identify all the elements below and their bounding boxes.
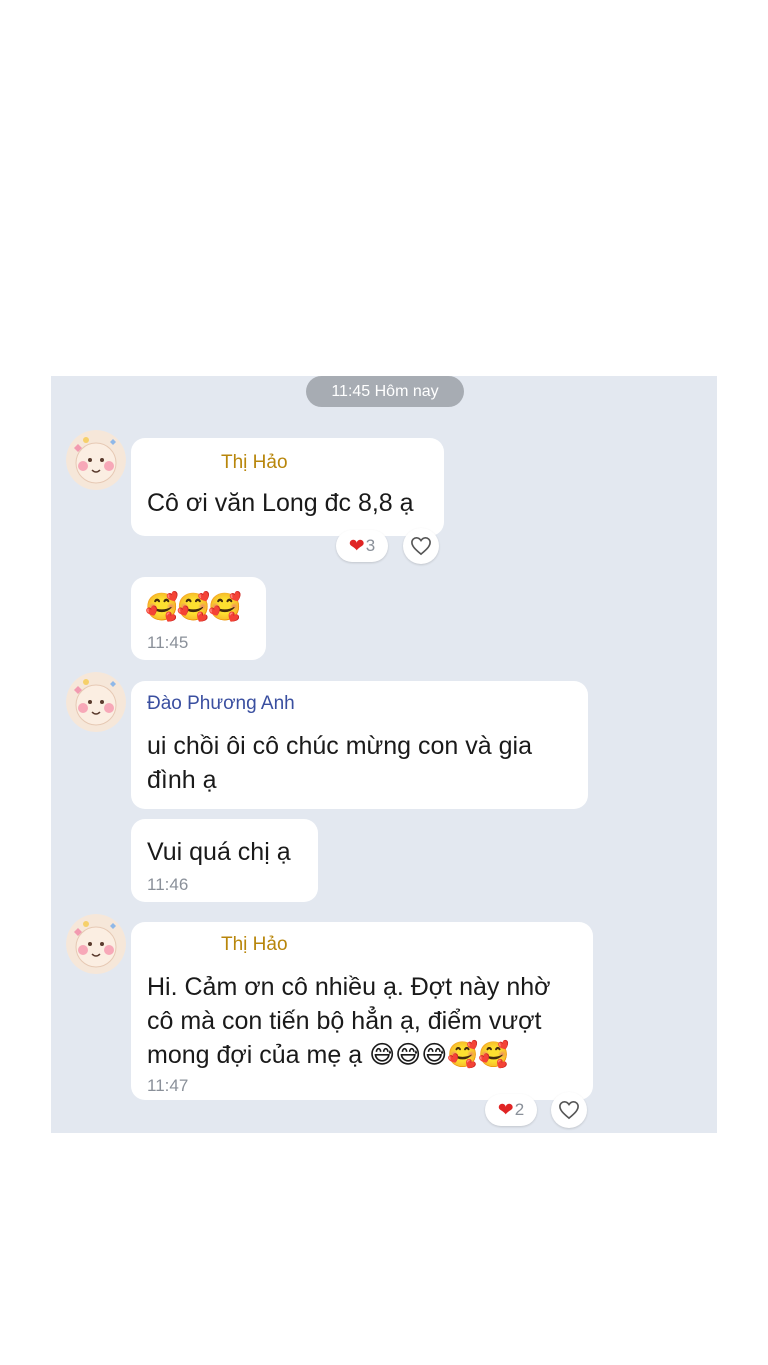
heart-outline-icon bbox=[559, 1100, 579, 1120]
avatar[interactable] bbox=[66, 672, 126, 732]
emoji-message: 🥰🥰🥰 bbox=[145, 592, 242, 623]
heart-icon: ❤ bbox=[348, 535, 365, 557]
message-bubble[interactable]: Vui quá chị ạ 11:46 bbox=[131, 819, 318, 902]
message-time: 11:45 bbox=[147, 633, 189, 652]
avatar[interactable] bbox=[66, 430, 126, 490]
message-bubble[interactable]: Đào Phương Anh ui chồi ôi cô chúc mừng c… bbox=[131, 681, 588, 809]
message-text-line: Hi. Cảm ơn cô nhiều ạ. Đợt này nhờ bbox=[147, 973, 551, 1001]
message-bubble[interactable]: 🥰🥰🥰 11:45 bbox=[131, 577, 266, 660]
sender-name: Thị Hảo bbox=[221, 934, 288, 955]
reaction-count: 2 bbox=[514, 1100, 525, 1119]
sender-name: Đào Phương Anh bbox=[147, 693, 295, 714]
message-text-line: mong đợi của mẹ ạ 😅😅😅🥰🥰 bbox=[147, 1038, 510, 1072]
message-text: Cô ơi văn Long đc 8,8 ạ bbox=[147, 489, 414, 517]
message-text: Vui quá chị ạ bbox=[147, 838, 291, 866]
chat-panel: 11:45 Hôm nay Thị Hảo Cô ơi văn Long đc … bbox=[51, 376, 717, 1133]
baby-avatar-icon bbox=[66, 914, 126, 974]
reaction-count: 3 bbox=[365, 536, 376, 555]
reaction-badge[interactable]: ❤ 2 bbox=[485, 1094, 537, 1126]
baby-avatar-icon bbox=[66, 430, 126, 490]
avatar[interactable] bbox=[66, 914, 126, 974]
message-text-line: cô mà con tiến bộ hẳn ạ, điểm vượt bbox=[147, 1007, 542, 1035]
message-text-line: ui chồi ôi cô chúc mừng con và gia bbox=[147, 732, 532, 760]
like-button[interactable] bbox=[403, 528, 439, 564]
heart-icon: ❤ bbox=[497, 1099, 514, 1121]
reaction-badge[interactable]: ❤ 3 bbox=[336, 530, 388, 562]
like-button[interactable] bbox=[551, 1092, 587, 1128]
message-bubble[interactable]: Thị Hảo Hi. Cảm ơn cô nhiều ạ. Đợt này n… bbox=[131, 922, 593, 1100]
message-bubble[interactable]: Thị Hảo Cô ơi văn Long đc 8,8 ạ bbox=[131, 438, 444, 536]
message-time: 11:46 bbox=[147, 875, 189, 894]
message-text-fragment: mong đợi của mẹ ạ bbox=[147, 1041, 363, 1069]
sender-name: Thị Hảo bbox=[221, 452, 288, 473]
emoji-fragment: 😅😅😅🥰🥰 bbox=[369, 1040, 510, 1069]
message-text-line: đình ạ bbox=[147, 766, 217, 794]
date-divider: 11:45 Hôm nay bbox=[306, 376, 464, 407]
baby-avatar-icon bbox=[66, 672, 126, 732]
message-time: 11:47 bbox=[147, 1076, 189, 1095]
heart-outline-icon bbox=[411, 536, 431, 556]
